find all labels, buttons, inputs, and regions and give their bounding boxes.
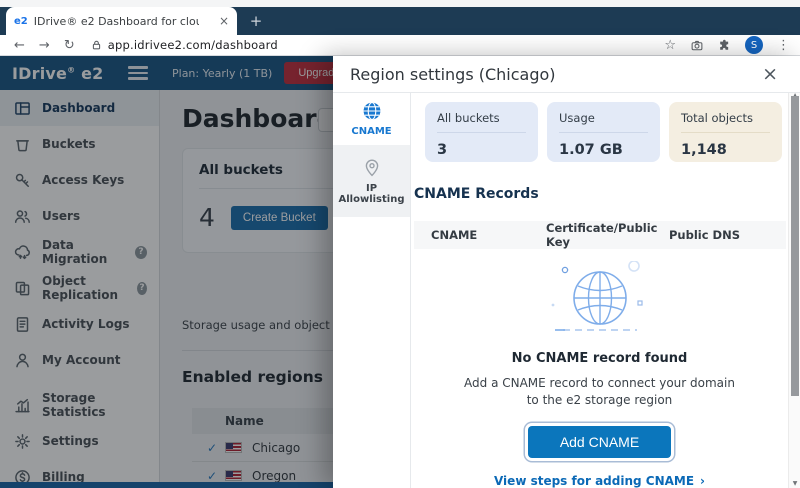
stat-card-usage: Usage 1.07 GB bbox=[547, 102, 660, 162]
panel-scrollbar[interactable]: ▲ ▼ bbox=[788, 93, 800, 488]
refresh-icon[interactable]: ↻ bbox=[64, 38, 75, 53]
stat-value: 1,148 bbox=[681, 142, 770, 158]
tab-close-icon[interactable]: × bbox=[219, 14, 229, 28]
stat-label: Usage bbox=[559, 111, 648, 125]
tab-title: IDrive® e2 Dashboard for cloud bbox=[34, 15, 199, 28]
browser-tabstrip: e2 IDrive® e2 Dashboard for cloud × + bbox=[0, 7, 800, 35]
tab-ip-allowlisting[interactable]: IP Allowlisting bbox=[333, 145, 410, 217]
scrollbar-thumb[interactable] bbox=[791, 96, 799, 396]
menu-dots-icon[interactable]: ⋮ bbox=[777, 38, 790, 53]
add-cname-button[interactable]: Add CNAME bbox=[528, 426, 671, 458]
panel-tab-rail: CNAME IP Allowlisting bbox=[333, 93, 411, 488]
tab-label: IP Allowlisting bbox=[335, 183, 408, 205]
window-top-edge bbox=[0, 0, 800, 7]
view-steps-link[interactable]: View steps for adding CNAME› bbox=[494, 474, 705, 488]
stat-label: Total objects bbox=[681, 111, 770, 125]
globe-illustration-icon bbox=[535, 261, 665, 341]
browser-toolbar: ← → ↻ app.idrivee2.com/dashboard ☆ S ⋮ bbox=[0, 35, 800, 56]
panel-body: All buckets 3 Usage 1.07 GB Total object… bbox=[411, 93, 788, 488]
globe-icon bbox=[362, 101, 382, 121]
cname-empty-state: No CNAME record found Add a CNAME record… bbox=[411, 261, 788, 488]
forward-icon[interactable]: → bbox=[39, 38, 50, 53]
tab-favicon-e2: e2 bbox=[14, 16, 28, 27]
cname-records-heading: CNAME Records bbox=[414, 186, 539, 202]
chevron-right-icon: › bbox=[700, 474, 705, 488]
location-pin-icon bbox=[362, 158, 382, 178]
close-icon[interactable]: × bbox=[762, 65, 778, 84]
empty-state-title: No CNAME record found bbox=[411, 351, 788, 366]
padlock-icon[interactable] bbox=[91, 39, 102, 51]
camera-extension-icon[interactable] bbox=[690, 39, 704, 52]
stat-label: All buckets bbox=[437, 111, 526, 125]
column-header: CNAME bbox=[431, 228, 546, 242]
modal-dim-overlay[interactable] bbox=[0, 56, 333, 488]
browser-tab[interactable]: e2 IDrive® e2 Dashboard for cloud × bbox=[6, 7, 237, 35]
screenshot-root: e2 IDrive® e2 Dashboard for cloud × + ← … bbox=[0, 0, 800, 488]
scroll-down-icon[interactable]: ▼ bbox=[789, 480, 800, 487]
stats-row: All buckets 3 Usage 1.07 GB Total object… bbox=[425, 102, 782, 162]
url-text[interactable]: app.idrivee2.com/dashboard bbox=[108, 38, 278, 52]
tab-label: CNAME bbox=[351, 126, 391, 137]
column-header: Public DNS bbox=[669, 228, 740, 242]
panel-title: Region settings (Chicago) bbox=[350, 65, 556, 84]
stat-value: 3 bbox=[437, 142, 526, 158]
stat-value: 1.07 GB bbox=[559, 142, 648, 158]
bookmark-star-icon[interactable]: ☆ bbox=[664, 38, 676, 53]
panel-header: Region settings (Chicago) × bbox=[333, 56, 800, 93]
stat-card-total-objects: Total objects 1,148 bbox=[669, 102, 782, 162]
empty-state-description: Add a CNAME record to connect your domai… bbox=[411, 375, 788, 410]
extensions-puzzle-icon[interactable] bbox=[718, 39, 731, 52]
new-tab-button[interactable]: + bbox=[247, 12, 265, 30]
app-area: IDrive® e2 Plan: Yearly (1 TB) Upgrade D… bbox=[0, 56, 800, 488]
back-icon[interactable]: ← bbox=[14, 38, 25, 53]
column-header: Certificate/Public Key bbox=[546, 221, 669, 249]
stat-card-all-buckets: All buckets 3 bbox=[425, 102, 538, 162]
tab-cname[interactable]: CNAME bbox=[333, 93, 410, 145]
region-settings-panel: Region settings (Chicago) × CNAME IP All… bbox=[333, 56, 800, 488]
profile-avatar[interactable]: S bbox=[745, 36, 763, 54]
cname-table-header: CNAME Certificate/Public Key Public DNS bbox=[414, 221, 786, 249]
